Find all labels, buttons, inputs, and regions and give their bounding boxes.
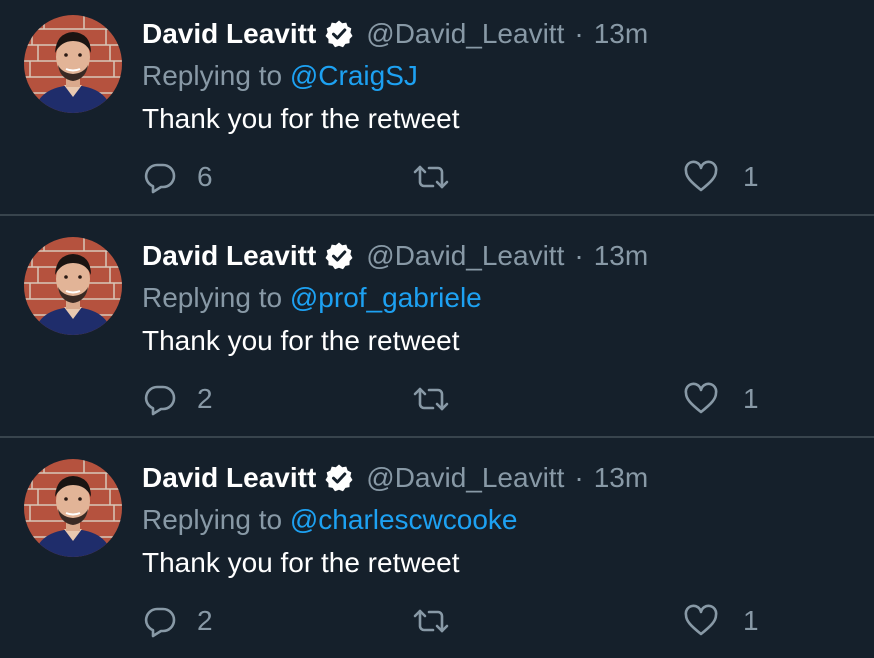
- tweet-actions: 2 1: [0, 377, 874, 421]
- tweet[interactable]: David Leavitt @David_Leavitt · 13m Reply…: [0, 222, 874, 444]
- timestamp[interactable]: 13m: [594, 462, 648, 494]
- reply-button[interactable]: 2: [143, 377, 213, 421]
- verified-badge-icon: [324, 19, 354, 49]
- tweet-header: David Leavitt @David_Leavitt · 13m: [142, 236, 648, 276]
- retweet-button[interactable]: [412, 377, 450, 421]
- tweet[interactable]: David Leavitt @David_Leavitt · 13m Reply…: [0, 444, 874, 658]
- tweet-feed: David Leavitt @David_Leavitt · 13m Reply…: [0, 0, 874, 658]
- tweet-actions: 2 1: [0, 599, 874, 643]
- verified-badge-icon: [324, 463, 354, 493]
- like-count: 1: [743, 383, 759, 414]
- tweet-actions: 6 1: [0, 155, 874, 199]
- retweet-arrows-icon: [412, 160, 450, 194]
- replying-to-label: Replying to: [142, 504, 283, 535]
- reply-count: 2: [197, 383, 213, 414]
- verified-badge-icon: [324, 241, 354, 271]
- replying-to-mention[interactable]: @prof_gabriele: [290, 282, 482, 313]
- retweet-arrows-icon: [412, 604, 450, 638]
- like-button[interactable]: 1: [683, 155, 759, 199]
- separator-dot: ·: [574, 18, 584, 49]
- reply-count: 2: [197, 605, 213, 636]
- tweet-header: David Leavitt @David_Leavitt · 13m: [142, 458, 648, 498]
- display-name[interactable]: David Leavitt: [142, 18, 316, 50]
- tweet-text: Thank you for the retweet: [142, 103, 460, 134]
- separator-dot: ·: [574, 240, 584, 271]
- heart-outline-icon: [683, 160, 719, 194]
- heart-outline-icon: [683, 604, 719, 638]
- replying-to-line: Replying to @prof_gabriele: [142, 278, 482, 318]
- reply-count: 6: [197, 161, 213, 192]
- speech-bubble-icon: [143, 160, 177, 194]
- tweet[interactable]: David Leavitt @David_Leavitt · 13m Reply…: [0, 0, 874, 222]
- replying-to-label: Replying to: [142, 282, 283, 313]
- retweet-button[interactable]: [412, 599, 450, 643]
- tweet-header: David Leavitt @David_Leavitt · 13m: [142, 14, 648, 54]
- replying-to-mention[interactable]: @CraigSJ: [290, 60, 418, 91]
- avatar[interactable]: [24, 15, 122, 113]
- user-handle[interactable]: @David_Leavitt: [366, 462, 564, 494]
- heart-outline-icon: [683, 382, 719, 416]
- speech-bubble-icon: [143, 382, 177, 416]
- replying-to-mention[interactable]: @charlescwcooke: [290, 504, 518, 535]
- user-handle[interactable]: @David_Leavitt: [366, 240, 564, 272]
- timestamp[interactable]: 13m: [594, 18, 648, 50]
- like-count: 1: [743, 605, 759, 636]
- tweet-divider: [0, 436, 874, 438]
- retweet-button[interactable]: [412, 155, 450, 199]
- like-button[interactable]: 1: [683, 377, 759, 421]
- display-name[interactable]: David Leavitt: [142, 240, 316, 272]
- display-name[interactable]: David Leavitt: [142, 462, 316, 494]
- reply-button[interactable]: 2: [143, 599, 213, 643]
- tweet-divider: [0, 214, 874, 216]
- like-count: 1: [743, 161, 759, 192]
- timestamp[interactable]: 13m: [594, 240, 648, 272]
- reply-button[interactable]: 6: [143, 155, 213, 199]
- speech-bubble-icon: [143, 604, 177, 638]
- separator-dot: ·: [574, 462, 584, 493]
- like-button[interactable]: 1: [683, 599, 759, 643]
- avatar[interactable]: [24, 237, 122, 335]
- replying-to-line: Replying to @CraigSJ: [142, 56, 418, 96]
- user-handle[interactable]: @David_Leavitt: [366, 18, 564, 50]
- tweet-text: Thank you for the retweet: [142, 547, 460, 578]
- avatar[interactable]: [24, 459, 122, 557]
- replying-to-label: Replying to: [142, 60, 283, 91]
- tweet-text: Thank you for the retweet: [142, 325, 460, 356]
- retweet-arrows-icon: [412, 382, 450, 416]
- replying-to-line: Replying to @charlescwcooke: [142, 500, 518, 540]
